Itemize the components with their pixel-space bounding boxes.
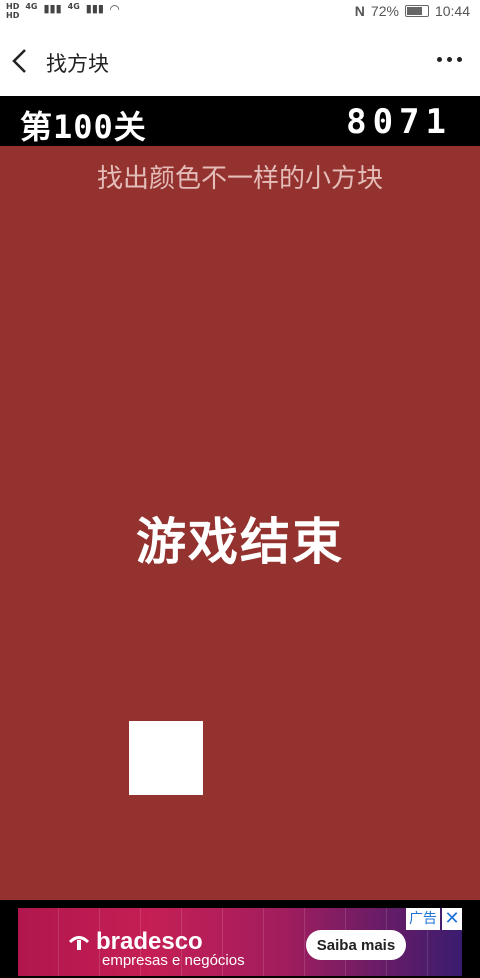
ad-cta-button[interactable]: Saiba mais [306, 930, 406, 960]
network-type-1: 4G [25, 2, 38, 11]
ad-tagline: empresas e negócios [102, 952, 245, 969]
signal-indicators: HD HD 4G ▮▮▮ 4G ▮▮▮ ◠ [6, 2, 119, 20]
target-block[interactable] [129, 721, 203, 795]
score-display: 8071 [346, 102, 452, 142]
level-label: 第100关 [20, 108, 147, 146]
game-over-text: 游戏结束 [136, 513, 344, 571]
game-area: 找出颜色不一样的小方块 游戏结束 [0, 146, 480, 900]
clock: 10:44 [434, 3, 470, 19]
nfc-icon: N [354, 3, 365, 19]
network-type-2: 4G [67, 2, 80, 11]
nav-bar: 找方块 [0, 22, 480, 96]
hd-icon: HD HD [6, 2, 20, 20]
game-header: 第100关 8071 [0, 96, 480, 146]
battery-icon [404, 5, 429, 17]
chevron-left-icon[interactable] [10, 48, 32, 74]
status-bar: HD HD 4G ▮▮▮ 4G ▮▮▮ ◠ N 72% 10:44 [0, 0, 480, 22]
battery-percent: 72% [370, 3, 399, 19]
wifi-icon: ◠ [109, 2, 120, 16]
ad-label: 广告 [406, 908, 440, 930]
signal-bars-icon: ▮▮▮ [85, 2, 104, 15]
signal-bars-icon: ▮▮▮ [43, 2, 62, 15]
more-dots-icon[interactable] [437, 57, 462, 62]
close-icon[interactable]: ✕ [442, 908, 462, 930]
page-title: 找方块 [46, 52, 109, 76]
bradesco-logo-icon [68, 936, 90, 950]
instruction-text: 找出颜色不一样的小方块 [96, 164, 383, 194]
ad-banner[interactable]: bradesco empresas e negócios Saiba mais … [18, 908, 462, 976]
